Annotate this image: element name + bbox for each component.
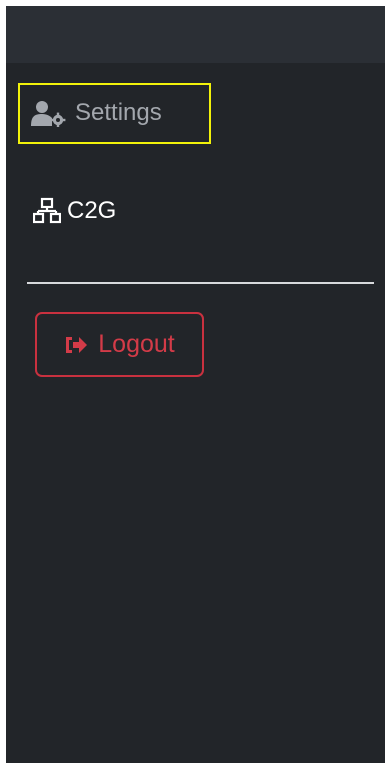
sidebar-item-settings-label: Settings (75, 99, 162, 126)
sidebar-item-settings[interactable]: Settings (31, 99, 162, 127)
user-gear-icon (31, 99, 67, 127)
sidebar-panel: Settings C2G Logout (6, 6, 385, 763)
logout-button[interactable]: Logout (35, 312, 204, 377)
logout-label: Logout (98, 330, 175, 358)
network-icon (33, 197, 61, 225)
sidebar-header (6, 6, 385, 63)
sidebar-divider (27, 282, 374, 284)
sign-out-icon (64, 335, 88, 355)
sidebar-item-c2g-label: C2G (67, 197, 117, 224)
sidebar-item-c2g[interactable]: C2G (33, 197, 116, 225)
